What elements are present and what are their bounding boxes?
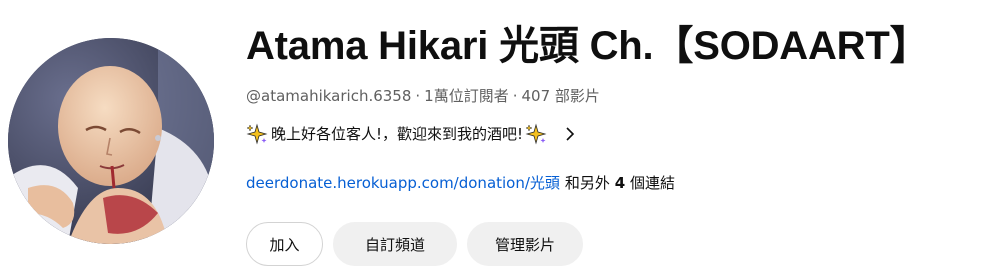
channel-info: Atama Hikari 光頭 Ch.【SODAART】 @atamahikar… bbox=[246, 22, 996, 193]
channel-avatar[interactable] bbox=[8, 38, 214, 244]
more-links[interactable]: 和另外 4 個連結 bbox=[565, 174, 675, 192]
action-buttons: 加入 自訂頻道 管理影片 bbox=[246, 222, 583, 266]
more-links-prefix: 和另外 bbox=[564, 174, 610, 192]
channel-links: deerdonate.herokuapp.com/donation/光頭 和另外 … bbox=[246, 173, 996, 193]
meta-separator: · bbox=[415, 87, 421, 105]
description-text: 晚上好各位客人!，歡迎來到我的酒吧! bbox=[271, 125, 524, 143]
more-links-count: 4 bbox=[614, 174, 626, 192]
manage-videos-button[interactable]: 管理影片 bbox=[467, 222, 583, 266]
channel-meta: @atamahikarich.6358 · 1萬位訂閱者 · 407 部影片 bbox=[246, 86, 996, 106]
channel-description[interactable]: 晚上好各位客人!，歡迎來到我的酒吧! bbox=[246, 123, 996, 145]
customize-channel-button[interactable]: 自訂頻道 bbox=[333, 222, 457, 266]
subscriber-count: 1萬位訂閱者 bbox=[424, 87, 509, 105]
channel-handle: @atamahikarich.6358 bbox=[246, 87, 412, 105]
join-button[interactable]: 加入 bbox=[246, 222, 323, 266]
chevron-right-icon[interactable] bbox=[561, 125, 579, 143]
meta-separator: · bbox=[512, 87, 518, 105]
sparkles-icon bbox=[246, 123, 268, 145]
more-links-suffix: 個連結 bbox=[629, 174, 675, 192]
channel-title: Atama Hikari 光頭 Ch.【SODAART】 bbox=[246, 24, 930, 68]
sparkles-icon bbox=[525, 123, 547, 145]
video-count: 407 部影片 bbox=[521, 87, 600, 105]
avatar-illustration bbox=[8, 38, 214, 244]
primary-link[interactable]: deerdonate.herokuapp.com/donation/光頭 bbox=[246, 174, 560, 192]
